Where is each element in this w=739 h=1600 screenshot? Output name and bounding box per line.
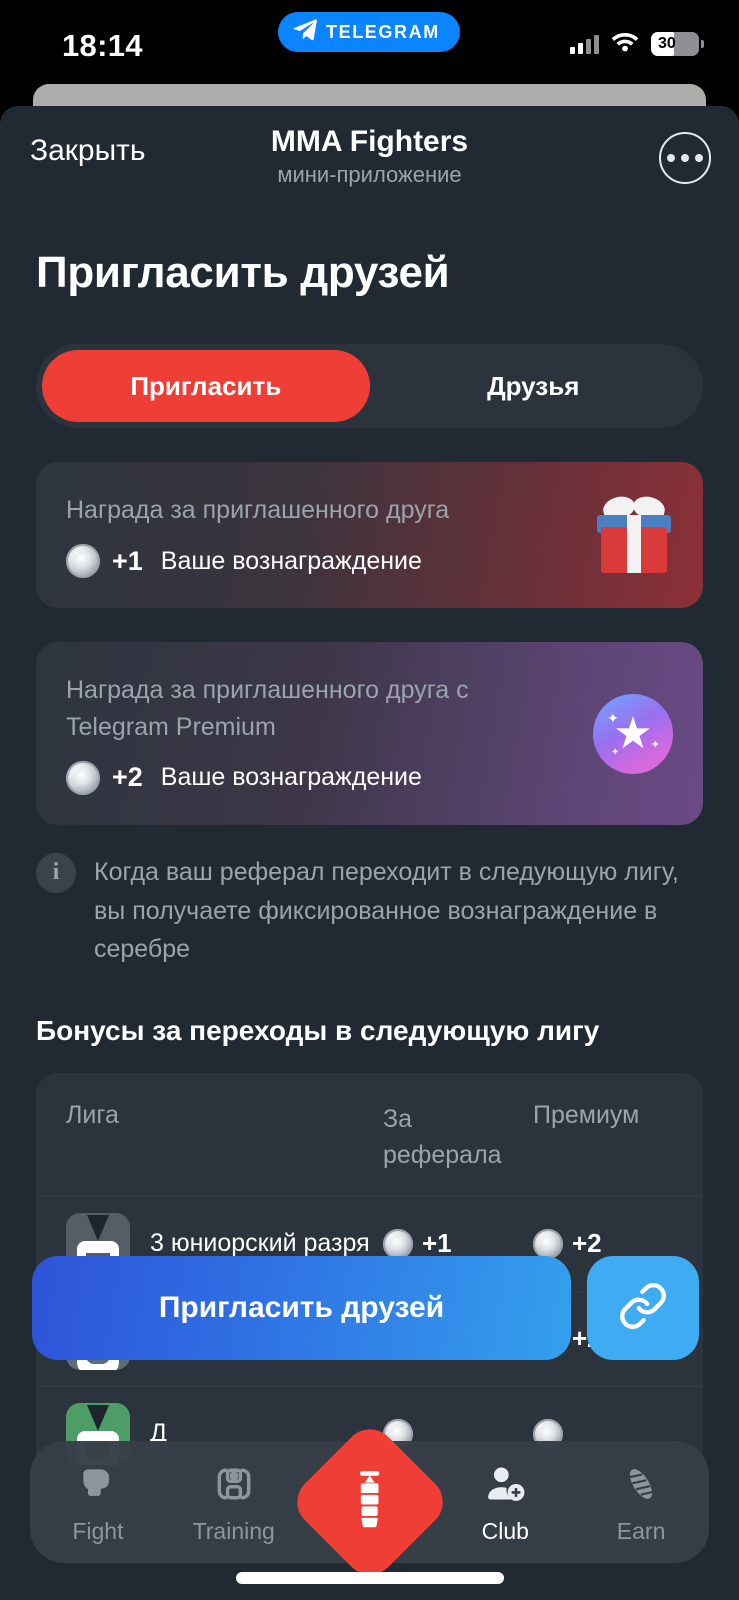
reward-description: Ваше вознаграждение — [160, 546, 422, 575]
invite-friends-button[interactable]: Пригласить друзей — [32, 1256, 571, 1360]
reward-card-title: Награда за приглашенного друга — [66, 496, 450, 524]
column-header-per-referral: За реферала — [383, 1105, 502, 1170]
gift-box-icon — [595, 493, 673, 574]
tab-invite[interactable]: Пригласить — [42, 350, 370, 422]
info-note: i Когда ваш реферал переходит в следующу… — [36, 852, 703, 969]
reward-description: Ваше вознаграждение — [160, 763, 422, 792]
tab-center-fight-button[interactable] — [286, 1418, 453, 1586]
mini-app-sheet: Закрыть MMA Fighters мини-приложение При… — [0, 106, 739, 1600]
bottom-tabbar: Fight Training · Club — [30, 1418, 709, 1586]
telegram-recording-pill[interactable]: TELEGRAM — [278, 12, 460, 52]
status-bar: 18:14 TELEGRAM 30 — [0, 0, 739, 86]
more-ellipsis-icon[interactable] — [659, 132, 711, 184]
battery-percent: 30 — [658, 34, 676, 52]
coins-stack-icon — [619, 1460, 663, 1508]
info-note-text: Когда ваш реферал переходит в следующую … — [94, 857, 679, 964]
punching-bag-icon — [347, 1469, 393, 1536]
reward-amount: +2 — [112, 762, 143, 793]
tab-club[interactable]: Club — [437, 1460, 573, 1545]
home-indicator — [235, 1572, 504, 1584]
tab-earn[interactable]: Earn — [573, 1460, 709, 1545]
navbar-titles: MMA Fighters мини-приложение — [0, 124, 739, 188]
page-title: Пригласить друзей — [36, 248, 450, 297]
app-title: MMA Fighters — [270, 125, 469, 158]
silver-coin-icon — [383, 1228, 413, 1259]
tab-label: Fight — [72, 1517, 124, 1544]
tab-label: Club — [481, 1517, 529, 1544]
reward-card-amount-row: +1 Ваше вознаграждение — [66, 544, 673, 579]
premium-star-icon: ✦ ✦ ✦ ★ — [593, 693, 673, 774]
boxing-glove-icon — [76, 1460, 120, 1508]
info-icon: i — [36, 852, 76, 893]
league-per-referral-value: +1 — [383, 1228, 533, 1259]
reward-amount: +1 — [112, 545, 143, 576]
league-section-title: Бонусы за переходы в следующую лигу — [36, 1015, 600, 1046]
reward-card-amount-row: +2 Ваше вознаграждение — [66, 760, 673, 795]
table-header-row: Лига За реферала Премиум — [36, 1073, 703, 1196]
invite-cta-bar: Пригласить друзей — [32, 1256, 699, 1360]
wifi-icon — [610, 30, 640, 57]
tab-fight[interactable]: Fight — [30, 1460, 166, 1545]
tab-label: Earn — [616, 1517, 666, 1544]
column-header-league: Лига — [66, 1101, 119, 1129]
reward-card-title: Награда за приглашенного друга с Telegra… — [66, 676, 469, 741]
column-header-premium: Премиум — [533, 1101, 640, 1129]
cellular-bars-icon — [570, 34, 599, 54]
league-name: 3 юниорский разря — [150, 1229, 370, 1257]
telegram-pill-label: TELEGRAM — [326, 21, 440, 42]
app-subtitle: мини-приложение — [277, 162, 462, 187]
battery-icon: 30 — [651, 31, 704, 56]
chain-link-icon — [618, 1281, 668, 1336]
silver-coin-icon — [66, 544, 100, 579]
copy-link-button[interactable] — [587, 1256, 699, 1360]
silver-coin-icon — [66, 760, 100, 795]
invite-friends-segmented-control: Пригласить Друзья — [36, 344, 703, 428]
telegram-plane-icon — [292, 18, 318, 46]
silver-coin-icon — [533, 1228, 563, 1259]
league-premium-value: +2 — [533, 1228, 673, 1259]
user-add-icon — [483, 1460, 527, 1508]
reward-card-standard[interactable]: Награда за приглашенного друга +1 Ваше в… — [36, 462, 703, 609]
tab-training[interactable]: Training — [166, 1460, 302, 1545]
tab-label: Training — [192, 1517, 275, 1544]
status-time: 18:14 — [62, 28, 143, 63]
app-navbar: Закрыть MMA Fighters мини-приложение — [0, 106, 739, 206]
dumbbell-icon — [212, 1460, 256, 1508]
reward-card-premium[interactable]: Награда за приглашенного друга с Telegra… — [36, 642, 703, 825]
status-indicators: 30 — [570, 30, 704, 57]
tab-friends[interactable]: Друзья — [370, 350, 698, 422]
